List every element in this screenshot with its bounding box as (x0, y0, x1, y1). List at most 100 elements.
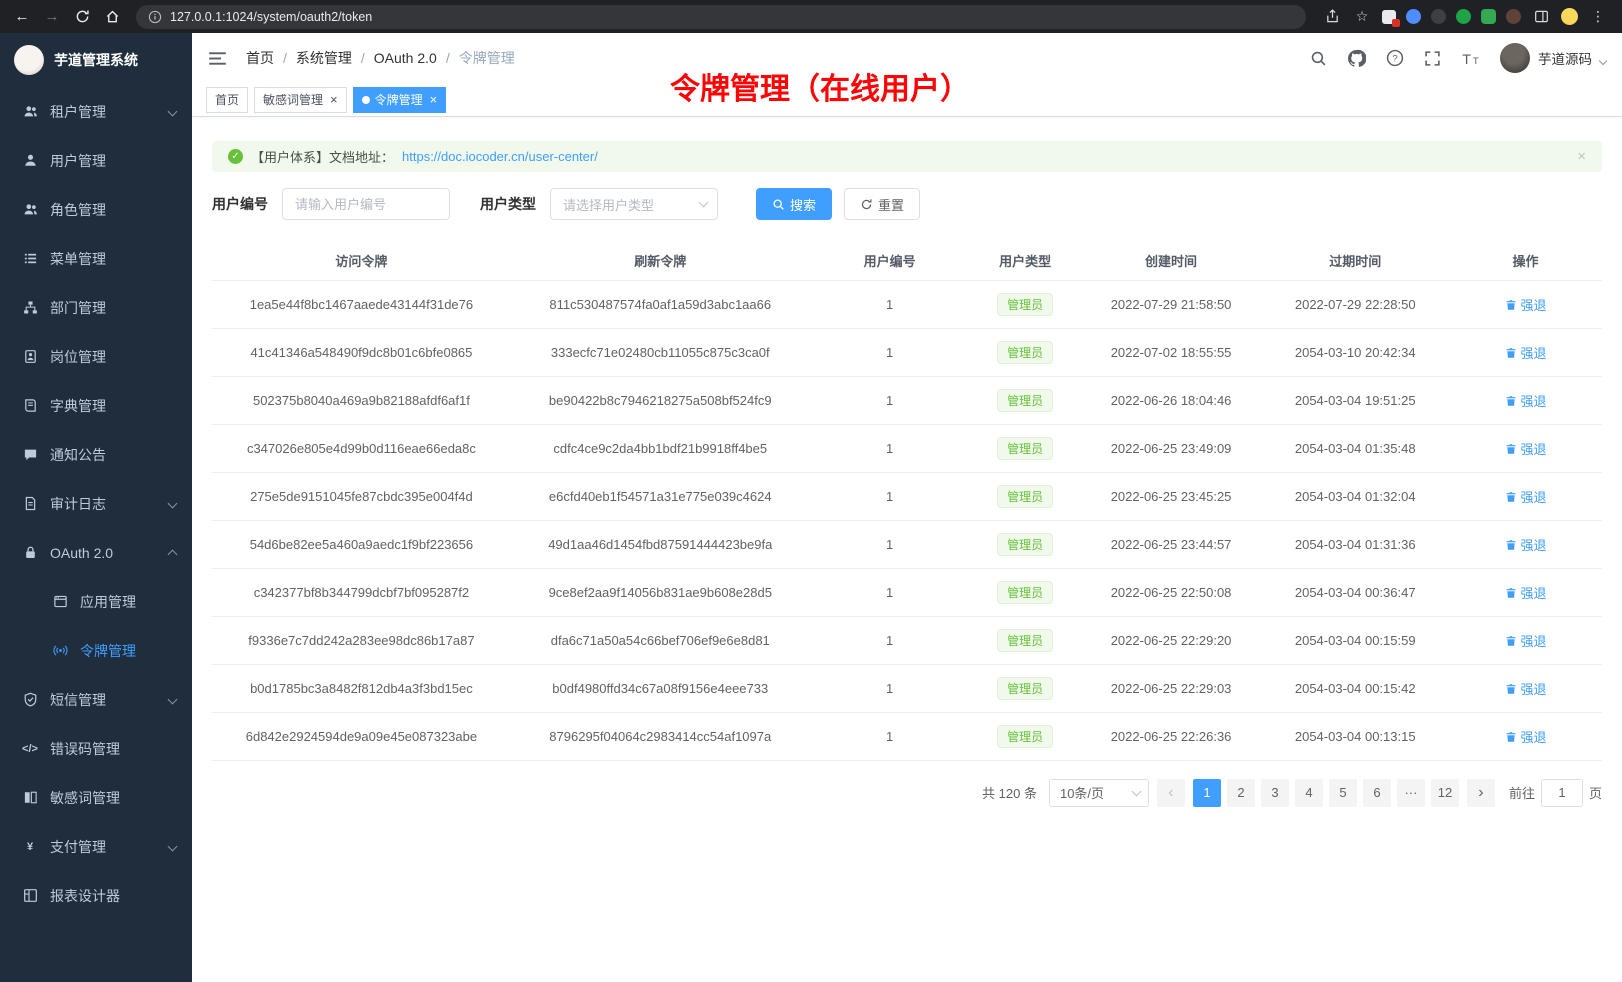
refresh-token-cell: e6cfd40eb1f54571a31e775e039c4624 (511, 472, 810, 520)
chevron-down-icon (168, 695, 178, 705)
browser-back-button[interactable]: ← (10, 5, 34, 29)
extension-blue-icon[interactable] (1406, 9, 1421, 24)
sidebar-item-oauth2[interactable]: OAuth 2.0 (0, 528, 192, 577)
sidebar-item-post[interactable]: 岗位管理 (0, 332, 192, 381)
search-icon[interactable] (1310, 50, 1327, 67)
browser-home-button[interactable] (100, 5, 124, 29)
refresh-token-cell: b0df4980ffd34c67a08f9156e4eee733 (511, 664, 810, 712)
help-icon[interactable]: ? (1386, 49, 1404, 67)
pager-page-button[interactable]: 12 (1431, 779, 1459, 807)
table-header-row: 访问令牌刷新令牌用户编号用户类型创建时间过期时间操作 (212, 242, 1602, 280)
tab-敏感词管理[interactable]: 敏感词管理× (254, 87, 347, 113)
sidebar-item-sensitive-word[interactable]: 敏感词管理 (0, 773, 192, 822)
breadcrumb-item[interactable]: OAuth 2.0 (374, 50, 437, 66)
extension-brown-icon[interactable] (1506, 9, 1521, 24)
sidebar-item-pay[interactable]: ¥支付管理 (0, 822, 192, 871)
sidebar-item-oauth2-token[interactable]: 令牌管理 (0, 626, 192, 675)
browser-profile-avatar[interactable] (1561, 8, 1578, 25)
columns-icon (22, 790, 38, 806)
force-logout-button[interactable]: 强退 (1505, 631, 1547, 650)
goto-label: 前往 (1509, 783, 1535, 802)
signal-icon (52, 643, 68, 659)
create-time-cell: 2022-06-25 23:44:57 (1081, 520, 1262, 568)
force-logout-button[interactable]: 强退 (1505, 727, 1547, 746)
force-logout-button[interactable]: 强退 (1505, 535, 1547, 554)
tab-首页[interactable]: 首页 (206, 87, 248, 113)
search-button[interactable]: 搜索 (756, 188, 832, 220)
extension-grid-icon[interactable] (1382, 10, 1396, 24)
extension-green-icon[interactable] (1456, 9, 1471, 24)
pager-page-button[interactable]: 1 (1193, 779, 1221, 807)
extension-dark-icon[interactable] (1431, 9, 1446, 24)
pager-page-button[interactable]: 3 (1261, 779, 1289, 807)
pager-next-button[interactable]: › (1467, 779, 1495, 807)
pager-page-button[interactable]: 6 (1363, 779, 1391, 807)
user-id-input[interactable] (282, 188, 450, 220)
sidebar-item-oauth2-app[interactable]: 应用管理 (0, 577, 192, 626)
site-info-icon[interactable] (148, 10, 162, 24)
sidebar-item-sms[interactable]: 短信管理 (0, 675, 192, 724)
chevron-down-icon (168, 499, 178, 509)
force-logout-button[interactable]: 强退 (1505, 343, 1547, 362)
svg-text:T: T (1462, 51, 1471, 67)
refresh-token-cell: be90422b8c7946218275a508bf524fc9 (511, 376, 810, 424)
app-logo-row[interactable]: 芋道管理系统 (0, 33, 192, 87)
reset-button[interactable]: 重置 (844, 188, 920, 220)
force-logout-button[interactable]: 强退 (1505, 439, 1547, 458)
force-logout-button[interactable]: 强退 (1505, 391, 1547, 410)
sidebar-item-role[interactable]: 角色管理 (0, 185, 192, 234)
app-logo (14, 45, 44, 75)
sidebar-item-user[interactable]: 用户管理 (0, 136, 192, 185)
force-logout-button[interactable]: 强退 (1505, 583, 1547, 602)
force-logout-button[interactable]: 强退 (1505, 679, 1547, 698)
split-view-icon[interactable] (1531, 7, 1551, 27)
tab-close-icon[interactable]: × (430, 93, 438, 106)
force-logout-button[interactable]: 强退 (1505, 487, 1547, 506)
browser-reload-button[interactable] (70, 5, 94, 29)
pager-page-button[interactable]: 4 (1295, 779, 1323, 807)
sidebar-item-dept[interactable]: 部门管理 (0, 283, 192, 332)
sidebar-item-error-code[interactable]: </>错误码管理 (0, 724, 192, 773)
user-type-select[interactable]: 请选择用户类型 (550, 188, 718, 220)
tree-icon (22, 300, 38, 316)
user-profile-menu[interactable]: 芋道源码 (1500, 43, 1606, 73)
goto-page-input[interactable] (1541, 779, 1583, 807)
pager-page-button[interactable]: 2 (1227, 779, 1255, 807)
user-id-cell: 1 (810, 328, 970, 376)
chevron-down-icon (168, 842, 178, 852)
page-size-select[interactable]: 10条/页 (1049, 779, 1149, 807)
extension-puzzle-icon[interactable] (1481, 9, 1496, 24)
breadcrumb-item[interactable]: 系统管理 (296, 48, 352, 68)
alert-close-icon[interactable]: × (1577, 148, 1586, 165)
sidebar-item-dict[interactable]: 字典管理 (0, 381, 192, 430)
pager-prev-button[interactable]: ‹ (1157, 779, 1185, 807)
bookmark-star-icon[interactable]: ☆ (1352, 7, 1372, 27)
browser-menu-icon[interactable]: ⋮ (1588, 7, 1608, 27)
breadcrumb-item[interactable]: 首页 (246, 48, 274, 68)
tags-view-bar: 首页敏感词管理×令牌管理× (192, 83, 1622, 117)
pager-page-button[interactable]: 5 (1329, 779, 1357, 807)
table-row: c342377bf8b344799dcbf7bf095287f29ce8ef2a… (212, 568, 1602, 616)
pager: 123456···12 (1193, 779, 1459, 807)
sidebar-item-tenant[interactable]: 租户管理 (0, 87, 192, 136)
browser-forward-button[interactable]: → (40, 5, 64, 29)
fullscreen-icon[interactable] (1424, 50, 1441, 67)
column-header: 过期时间 (1261, 242, 1449, 280)
collapse-sidebar-icon[interactable] (208, 47, 230, 69)
table-row: 275e5de9151045fe87cbdc395e004f4de6cfd40e… (212, 472, 1602, 520)
share-icon[interactable] (1322, 7, 1342, 27)
create-time-cell: 2022-07-02 18:55:55 (1081, 328, 1262, 376)
github-icon[interactable] (1347, 49, 1366, 68)
tab-令牌管理[interactable]: 令牌管理× (353, 87, 447, 113)
address-bar[interactable]: 127.0.0.1:1024/system/oauth2/token (136, 5, 1306, 29)
doc-link[interactable]: https://doc.iocoder.cn/user-center/ (402, 149, 598, 164)
sidebar-item-menu[interactable]: 菜单管理 (0, 234, 192, 283)
sidebar-item-report[interactable]: 报表设计器 (0, 871, 192, 920)
pager-more-button[interactable]: ··· (1397, 779, 1425, 807)
sidebar-item-notice[interactable]: 通知公告 (0, 430, 192, 479)
sidebar-item-audit-log[interactable]: 审计日志 (0, 479, 192, 528)
force-logout-button[interactable]: 强退 (1505, 295, 1547, 314)
font-size-icon[interactable]: TT (1461, 49, 1480, 68)
chevron-down-icon (1132, 786, 1142, 796)
tab-close-icon[interactable]: × (330, 93, 338, 106)
